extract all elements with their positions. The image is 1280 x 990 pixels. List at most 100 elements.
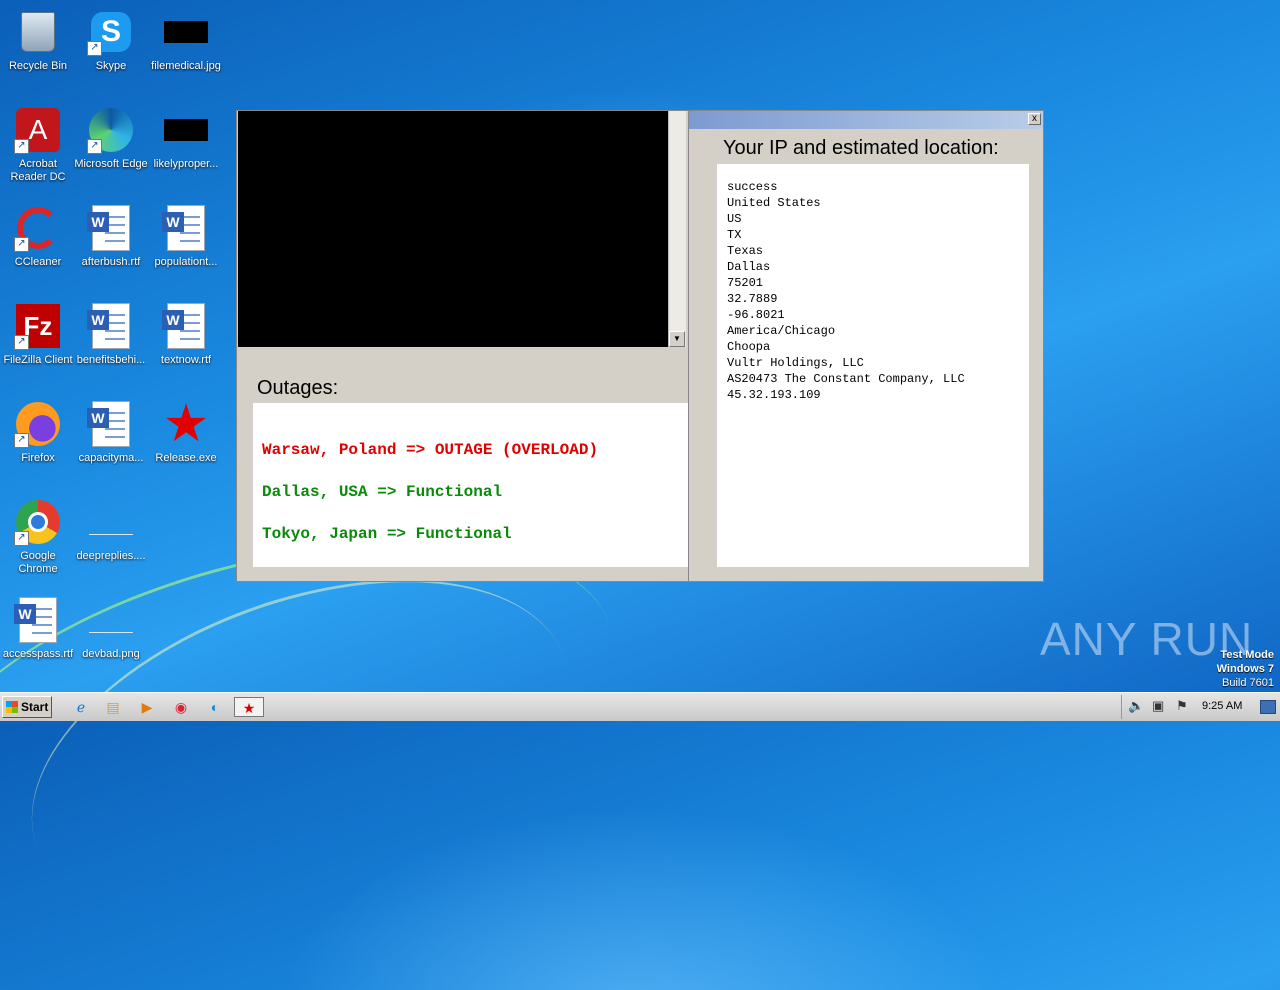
file-explorer-icon[interactable]: ▤ bbox=[100, 697, 126, 717]
ip-info-line: America/Chicago bbox=[727, 324, 836, 338]
build-label: Build 7601 bbox=[1222, 677, 1274, 689]
desktop-icon-label: CCleaner bbox=[14, 256, 62, 268]
desktop-icon-devbad[interactable]: devbad.png bbox=[73, 596, 149, 661]
desktop-icon-label: capacityma... bbox=[78, 452, 144, 464]
start-button[interactable]: Start bbox=[2, 696, 52, 718]
ip-info-line: 45.32.193.109 bbox=[727, 388, 821, 402]
close-button[interactable]: x bbox=[1028, 113, 1041, 125]
release-taskbar-icon[interactable]: ★ bbox=[234, 697, 264, 717]
image-file-icon bbox=[162, 106, 210, 154]
desktop-icon-filemedical[interactable]: filemedical.jpg bbox=[148, 8, 224, 73]
desktop-icon-label: Firefox bbox=[21, 452, 55, 464]
network-icon[interactable]: ▣ bbox=[1152, 698, 1164, 714]
ip-info-line: Vultr Holdings, LLC bbox=[727, 356, 864, 370]
ip-info-line: 32.7889 bbox=[727, 292, 778, 306]
desktop-icon-label: Acrobat Reader DC bbox=[10, 158, 66, 183]
desktop-icon-ccleaner[interactable]: ↗ CCleaner bbox=[0, 204, 76, 269]
desktop-icon-accesspass[interactable]: accesspass.rtf bbox=[0, 596, 76, 661]
desktop-icon-capacityma[interactable]: capacityma... bbox=[73, 400, 149, 465]
ip-info-line: Choopa bbox=[727, 340, 771, 354]
edge-taskbar-icon[interactable]: ◐ bbox=[202, 697, 228, 717]
desktop-icon-label: Skype bbox=[95, 60, 127, 72]
volume-icon[interactable]: 🔈 bbox=[1128, 698, 1144, 714]
ip-info-line: 75201 bbox=[727, 276, 764, 290]
word-document-icon bbox=[162, 302, 210, 350]
chrome-icon: ↗ bbox=[14, 498, 62, 546]
vertical-scrollbar[interactable]: ▼ bbox=[668, 111, 686, 347]
filezilla-icon: Fz ↗ bbox=[14, 302, 62, 350]
ip-info-line: Texas bbox=[727, 244, 764, 258]
ip-info-line: -96.8021 bbox=[727, 308, 785, 322]
desktop-icon-label: Release.exe bbox=[155, 452, 217, 464]
desktop-icon-deepreplies[interactable]: deepreplies.... bbox=[73, 498, 149, 563]
desktop-icon-likelyproper[interactable]: likelyproper... bbox=[148, 106, 224, 171]
word-document-icon bbox=[87, 400, 135, 448]
image-file-icon bbox=[162, 8, 210, 56]
desktop-icon-skype[interactable]: S ↗ Skype bbox=[73, 8, 149, 73]
outage-line: Tokyo, Japan => Functional bbox=[262, 525, 512, 543]
windows-logo-icon bbox=[6, 701, 18, 713]
word-document-icon bbox=[87, 204, 135, 252]
ip-window-title: Your IP and estimated location: bbox=[723, 137, 999, 159]
outage-line: Dallas, USA => Functional bbox=[262, 483, 503, 501]
outage-line: Warsaw, Poland => OUTAGE (OVERLOAD) bbox=[262, 441, 599, 459]
desktop-icon-label: filemedical.jpg bbox=[151, 60, 221, 72]
desktop-icon-acrobat[interactable]: A ↗ Acrobat Reader DC bbox=[0, 106, 76, 184]
desktop-icon-afterbush[interactable]: afterbush.rtf bbox=[73, 204, 149, 269]
ip-info-line: United States bbox=[727, 196, 821, 210]
chrome-taskbar-icon[interactable]: ◉ bbox=[168, 697, 194, 717]
ip-info-line: US bbox=[727, 212, 742, 226]
ip-info-line: success bbox=[727, 180, 778, 194]
desktop-icon-textnow[interactable]: textnow.rtf bbox=[148, 302, 224, 367]
ip-info-box: success United States US TX Texas Dallas… bbox=[717, 164, 1029, 567]
desktop-icon-filezilla[interactable]: Fz ↗ FileZilla Client bbox=[0, 302, 76, 367]
window-titlebar[interactable]: x bbox=[689, 111, 1043, 129]
desktop-icon-release-exe[interactable]: ★ Release.exe bbox=[148, 395, 224, 465]
desktop-icon-label: FileZilla Client bbox=[3, 354, 73, 366]
scroll-down-arrow-icon[interactable]: ▼ bbox=[669, 331, 685, 347]
blank-file-icon bbox=[87, 596, 135, 644]
acrobat-icon: A ↗ bbox=[14, 106, 62, 154]
ip-info-line: TX bbox=[727, 228, 742, 242]
desktop-icon-benefitsbehi[interactable]: benefitsbehi... bbox=[73, 302, 149, 367]
outages-window: ▼ Outages: Warsaw, Poland => OUTAGE (OVE… bbox=[236, 110, 697, 582]
edge-icon: ↗ bbox=[87, 106, 135, 154]
word-document-icon bbox=[14, 596, 62, 644]
system-tray: 🔈 ▣ ⚑ 9:25 AM bbox=[1121, 695, 1280, 719]
action-center-flag-icon[interactable]: ⚑ bbox=[1176, 698, 1188, 714]
ip-info-line: AS20473 The Constant Company, LLC bbox=[727, 372, 965, 386]
word-document-icon bbox=[162, 204, 210, 252]
desktop-icon-populationt[interactable]: populationt... bbox=[148, 204, 224, 269]
red-star-icon: ★ bbox=[162, 395, 210, 453]
word-document-icon bbox=[87, 302, 135, 350]
desktop-icon-firefox[interactable]: ↗ Firefox bbox=[0, 400, 76, 465]
show-desktop-icon[interactable] bbox=[1260, 700, 1276, 714]
desktop-icon-label: Microsoft Edge bbox=[74, 158, 148, 170]
internet-explorer-icon[interactable]: ℯ bbox=[68, 697, 94, 717]
desktop-swoosh bbox=[0, 513, 615, 990]
firefox-icon: ↗ bbox=[14, 400, 62, 448]
start-label: Start bbox=[21, 700, 49, 714]
desktop-icon-recycle-bin[interactable]: Recycle Bin bbox=[0, 8, 76, 73]
desktop-icon-label: textnow.rtf bbox=[160, 354, 212, 366]
taskbar: Start ℯ ▤ ▶ ◉ ◐ ★ 🔈 ▣ ⚑ 9:25 AM bbox=[0, 692, 1280, 721]
os-label: Windows 7 bbox=[1216, 663, 1274, 675]
desktop-icon-edge[interactable]: ↗ Microsoft Edge bbox=[73, 106, 149, 171]
video-panel bbox=[238, 111, 668, 347]
recycle-bin-icon bbox=[14, 8, 62, 56]
desktop-icon-label: Recycle Bin bbox=[8, 60, 68, 72]
outages-title: Outages: bbox=[257, 377, 339, 399]
desktop-icon-label: Google Chrome bbox=[18, 550, 58, 575]
desktop-icon-chrome[interactable]: ↗ Google Chrome bbox=[0, 498, 76, 576]
desktop-icon-label: populationt... bbox=[154, 256, 218, 268]
test-mode-watermark: Test Mode Windows 7 Build 7601 bbox=[1217, 648, 1274, 690]
desktop-icon-label: afterbush.rtf bbox=[81, 256, 141, 268]
ip-info-line: Dallas bbox=[727, 260, 771, 274]
desktop-icon-label: deepreplies.... bbox=[76, 550, 146, 562]
test-mode-label: Test Mode bbox=[1220, 649, 1274, 661]
blank-file-icon bbox=[87, 498, 135, 546]
desktop-icon-label: benefitsbehi... bbox=[76, 354, 146, 366]
taskbar-clock[interactable]: 9:25 AM bbox=[1202, 700, 1242, 712]
media-player-icon[interactable]: ▶ bbox=[134, 697, 160, 717]
ccleaner-icon: ↗ bbox=[14, 204, 62, 252]
